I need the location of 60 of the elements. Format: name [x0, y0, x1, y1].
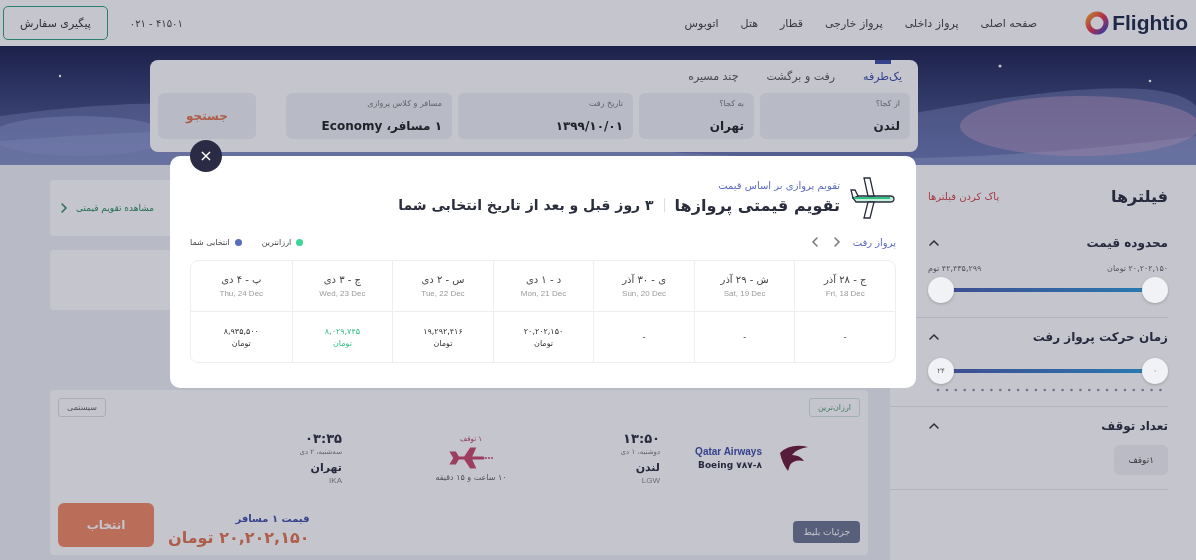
trip-type-tab[interactable]: چند مسیره — [688, 60, 739, 83]
flight-tag: سیستمی — [58, 398, 106, 417]
departure-city: لندن — [635, 461, 660, 474]
search-field[interactable]: از کجا؟ لندن — [760, 93, 910, 139]
collapse-icon[interactable] — [928, 420, 940, 432]
price-cell[interactable]: ۲۰,۲۰۲,۱۵۰ تومان — [492, 312, 594, 362]
price-cell[interactable]: ۱۹,۲۹۲,۴۱۶ تومان — [392, 312, 493, 362]
airplane-icon — [449, 446, 493, 469]
ticket-details-button[interactable]: جزئیات بلیط — [793, 521, 860, 543]
filter-section-title: تعداد توقف — [1101, 419, 1168, 433]
price-label: قیمت ۱ مسافر — [235, 513, 310, 524]
chevron-icon[interactable] — [58, 202, 70, 214]
clear-filters-link[interactable]: پاک کردن فیلترها — [928, 191, 1000, 202]
nav-link[interactable]: اتوبوس — [684, 16, 719, 30]
airplane-icon — [850, 174, 896, 220]
direction-label: پرواز رفت — [852, 236, 896, 248]
flight-duration: ۱۰ ساعت و ۱۵ دقیقه — [435, 472, 507, 482]
search-field[interactable]: به کجا؟ تهران — [639, 93, 754, 139]
price-cell[interactable]: ۸,۹۳۵,۵۰۰ تومان — [191, 312, 292, 362]
dialog-title: تقویم قیمتی پروازها — [674, 195, 840, 215]
departure-time: ۱۳:۵۰ — [623, 431, 660, 446]
arrival-city: تهران — [310, 461, 342, 474]
nav-link[interactable]: صفحه اصلی — [980, 16, 1038, 30]
dialog-subtitle: تقویم پروازی بر اساس قیمت — [717, 179, 840, 191]
filters-title: فیلترها — [1110, 187, 1168, 206]
aircraft-type: Boeing ۷۸۷-۸ — [698, 460, 762, 470]
flight-tag: ارزان‌ترین — [809, 398, 860, 417]
price-calendar-link[interactable]: مشاهده تقویم قیمتی — [58, 202, 155, 214]
nav-link[interactable]: پرواز خارجی — [824, 16, 883, 30]
slider-thumb[interactable] — [1142, 277, 1168, 303]
price-max-label: ۴۲,۴۳۵,۲۹۹ توم — [928, 264, 982, 273]
price-cell[interactable]: - — [693, 312, 795, 362]
airline-name: Qatar Airways — [695, 446, 762, 457]
track-order-button[interactable]: پیگیری سفارش — [3, 6, 108, 40]
filter-section-title: زمان حرکت پرواز رفت — [1032, 330, 1168, 344]
search-field[interactable]: تاریخ رفت ۱۳۹۹/۱۰/۰۱ — [458, 93, 633, 139]
trip-type-tab[interactable]: یک‌طرفه — [863, 60, 902, 83]
legend-label: انتخابی شما — [190, 237, 230, 247]
price-cell[interactable]: - — [794, 312, 895, 362]
legend-label: ارزانترین — [261, 237, 292, 247]
airport-code: IKA — [329, 476, 342, 485]
nav-link[interactable]: قطار — [780, 16, 803, 30]
nav-link[interactable]: هتل — [740, 16, 758, 30]
nav-link[interactable]: پرواز داخلی — [904, 16, 959, 30]
price-min-label: ۲۰,۲۰۲,۱۵۰ تومان — [1107, 264, 1168, 273]
phone-number: ۰۲۱ - ۴۱۵۰۱ — [129, 17, 183, 29]
collapse-icon[interactable] — [928, 237, 940, 249]
logo[interactable]: Flightio — [1085, 11, 1188, 35]
collapse-icon[interactable] — [928, 331, 940, 343]
filter-chip[interactable]: ۱توقف — [1114, 445, 1168, 475]
price-value: ۲۰,۲۰۲,۱۵۰ تومان — [168, 528, 310, 547]
filter-section-title: محدوده قیمت — [1086, 236, 1168, 250]
price-cell[interactable]: - — [593, 312, 694, 362]
search-field[interactable]: مسافر و کلاس پروازی ۱ مسافر، Economy — [286, 93, 452, 139]
arrival-time: ۰۳:۳۵ — [305, 431, 342, 446]
dialog-title-note: ۳ روز قبل و بعد از تاریخ انتخابی شما — [398, 197, 654, 213]
logo-icon — [1085, 11, 1110, 35]
airport-code: LGW — [641, 476, 660, 485]
trip-type-tab[interactable]: رفت و برگشت — [766, 60, 836, 83]
slider-thumb[interactable] — [928, 277, 954, 303]
